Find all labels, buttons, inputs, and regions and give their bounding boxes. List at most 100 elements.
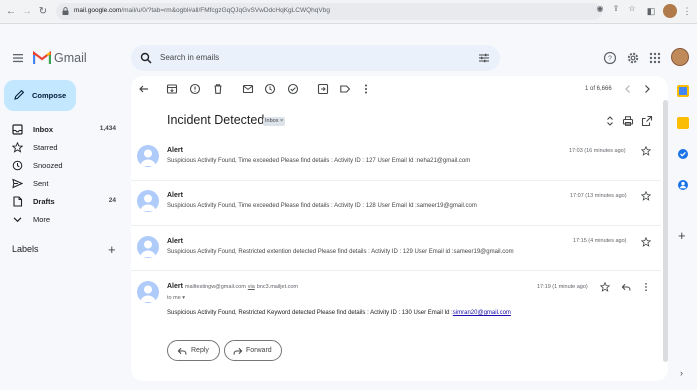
compose-button[interactable]: Compose xyxy=(4,80,76,111)
person-icon xyxy=(140,149,156,166)
sidebar-item-drafts[interactable]: Drafts 24 xyxy=(0,193,124,210)
star-toggle-icon[interactable] xyxy=(600,282,610,292)
share-icon[interactable]: ⇪ xyxy=(611,4,621,14)
gmail-wordmark: Gmail xyxy=(54,51,87,65)
sender-avatar[interactable] xyxy=(137,236,159,258)
forward-button[interactable]: Forward xyxy=(224,340,282,361)
gmail-m-icon xyxy=(33,51,51,64)
settings-gear-icon[interactable] xyxy=(626,51,640,65)
archive-icon[interactable] xyxy=(166,83,178,95)
message-sender[interactable]: Alert xyxy=(167,147,183,154)
message-body-text: Suspicious Activity Found, Restricted Ke… xyxy=(167,310,453,316)
expanded-sender-line: Alert mailtestingw@gmail.com via bnc3.ma… xyxy=(167,283,298,290)
side-panel-icon[interactable]: ◧ xyxy=(645,5,657,17)
move-to-icon[interactable] xyxy=(317,83,329,95)
inbox-icon xyxy=(12,124,23,135)
apps-grid-icon[interactable] xyxy=(648,51,662,65)
label-icon[interactable] xyxy=(339,83,351,95)
sidebar-item-snoozed[interactable]: Snoozed xyxy=(0,157,124,174)
sender-avatar[interactable] xyxy=(137,190,159,212)
more-options-icon[interactable] xyxy=(360,83,372,95)
message-time: 17:03 (16 minutes ago) xyxy=(569,148,626,154)
star-icon xyxy=(12,142,23,153)
message-snippet[interactable]: Suspicious Activity Found, Restricted ex… xyxy=(167,249,514,255)
tasks-icon[interactable] xyxy=(677,148,689,160)
email-link[interactable]: simran20@gmail.com xyxy=(453,310,511,316)
send-icon xyxy=(12,178,23,189)
older-chevron-icon[interactable] xyxy=(641,83,653,95)
message-snippet[interactable]: Suspicious Activity Found, Time exceeded… xyxy=(167,203,477,209)
sidebar-item-label: Snoozed xyxy=(33,161,63,170)
search-input[interactable]: Search in emails xyxy=(160,53,219,62)
reload-icon[interactable]: ↻ xyxy=(36,5,50,19)
sidebar-item-starred[interactable]: Starred xyxy=(0,139,124,156)
browser-profile-avatar[interactable] xyxy=(663,4,677,18)
message-body: Suspicious Activity Found, Restricted Ke… xyxy=(167,310,511,316)
forward-arrow-icon xyxy=(233,347,243,355)
contacts-icon[interactable] xyxy=(677,179,689,191)
inbox-label-badge[interactable]: Inbox × xyxy=(263,117,286,126)
recipient-details-toggle[interactable]: to me ▾ xyxy=(167,295,185,301)
compose-label: Compose xyxy=(32,91,67,100)
open-new-window-icon[interactable] xyxy=(641,115,653,127)
sidebar-item-label: Drafts xyxy=(33,197,55,206)
bookmark-star-icon[interactable]: ☆ xyxy=(627,4,637,14)
reply-label: Reply xyxy=(191,347,209,354)
message-divider xyxy=(131,225,661,226)
message-sender[interactable]: Alert xyxy=(167,192,183,199)
back-icon[interactable]: ← xyxy=(4,5,18,19)
expand-all-icon[interactable] xyxy=(604,115,616,127)
forward-label: Forward xyxy=(246,347,272,354)
sidebar-item-label: More xyxy=(33,215,51,224)
sidebar-item-inbox[interactable]: Inbox 1,434 xyxy=(0,121,124,138)
calendar-icon[interactable] xyxy=(677,85,689,97)
help-icon[interactable]: ? xyxy=(603,51,617,65)
message-divider xyxy=(131,270,661,271)
snooze-icon[interactable] xyxy=(264,83,276,95)
lock-icon xyxy=(62,7,69,15)
paging-text: 1 of 6,666 xyxy=(585,86,612,92)
message-sender[interactable]: Alert xyxy=(167,283,183,290)
delete-icon[interactable] xyxy=(212,83,224,95)
badge-label: Inbox xyxy=(265,118,279,124)
expand-side-panel-icon[interactable]: › xyxy=(680,368,683,378)
get-addons-icon[interactable]: + xyxy=(678,228,686,243)
more-vert-icon[interactable] xyxy=(641,282,651,292)
sender-avatar[interactable] xyxy=(137,281,159,303)
search-bar[interactable]: Search in emails xyxy=(131,45,500,71)
report-spam-icon[interactable] xyxy=(189,83,201,95)
back-to-inbox-icon[interactable] xyxy=(138,83,150,95)
newer-chevron-icon[interactable] xyxy=(622,83,634,95)
reply-arrow-icon xyxy=(177,347,187,355)
url-path: /mail/u/0/?tab=rm&ogbl#all/FMfcgzGqQJqGv… xyxy=(121,7,330,14)
sender-avatar[interactable] xyxy=(137,145,159,167)
keep-icon[interactable] xyxy=(677,117,689,129)
thread-subject: Incident Detected xyxy=(167,113,265,127)
forward-icon[interactable]: → xyxy=(20,5,34,19)
address-bar[interactable]: mail.google.com/mail/u/0/?tab=rm&ogbl#al… xyxy=(56,3,602,20)
star-toggle-icon[interactable] xyxy=(641,191,651,201)
scrollbar[interactable] xyxy=(663,100,668,362)
gmail-logo[interactable]: Gmail xyxy=(33,49,113,67)
message-snippet[interactable]: Suspicious Activity Found, Time exceeded… xyxy=(167,158,470,164)
reply-button[interactable]: Reply xyxy=(167,340,220,361)
via-label[interactable]: via xyxy=(248,284,255,290)
account-avatar[interactable] xyxy=(671,48,689,66)
search-icon[interactable] xyxy=(140,52,152,64)
location-icon[interactable]: ◉ xyxy=(595,4,605,14)
sidebar-item-sent[interactable]: Sent xyxy=(0,175,124,192)
add-label-icon[interactable]: + xyxy=(108,242,116,257)
main-menu-icon[interactable] xyxy=(11,51,25,65)
search-options-icon[interactable] xyxy=(478,52,490,64)
message-sender[interactable]: Alert xyxy=(167,238,183,245)
add-to-tasks-icon[interactable] xyxy=(287,83,299,95)
sidebar-item-more[interactable]: More xyxy=(0,211,124,228)
chrome-menu-icon[interactable]: ⋮ xyxy=(681,5,693,17)
url-text: mail.google.com/mail/u/0/?tab=rm&ogbl#al… xyxy=(74,7,330,14)
mark-unread-icon[interactable] xyxy=(242,83,254,95)
reply-icon[interactable] xyxy=(621,282,631,292)
star-toggle-icon[interactable] xyxy=(641,237,651,247)
star-toggle-icon[interactable] xyxy=(641,146,651,156)
via-domain: bnc3.mailjet.com xyxy=(256,284,299,290)
print-icon[interactable] xyxy=(622,115,634,127)
